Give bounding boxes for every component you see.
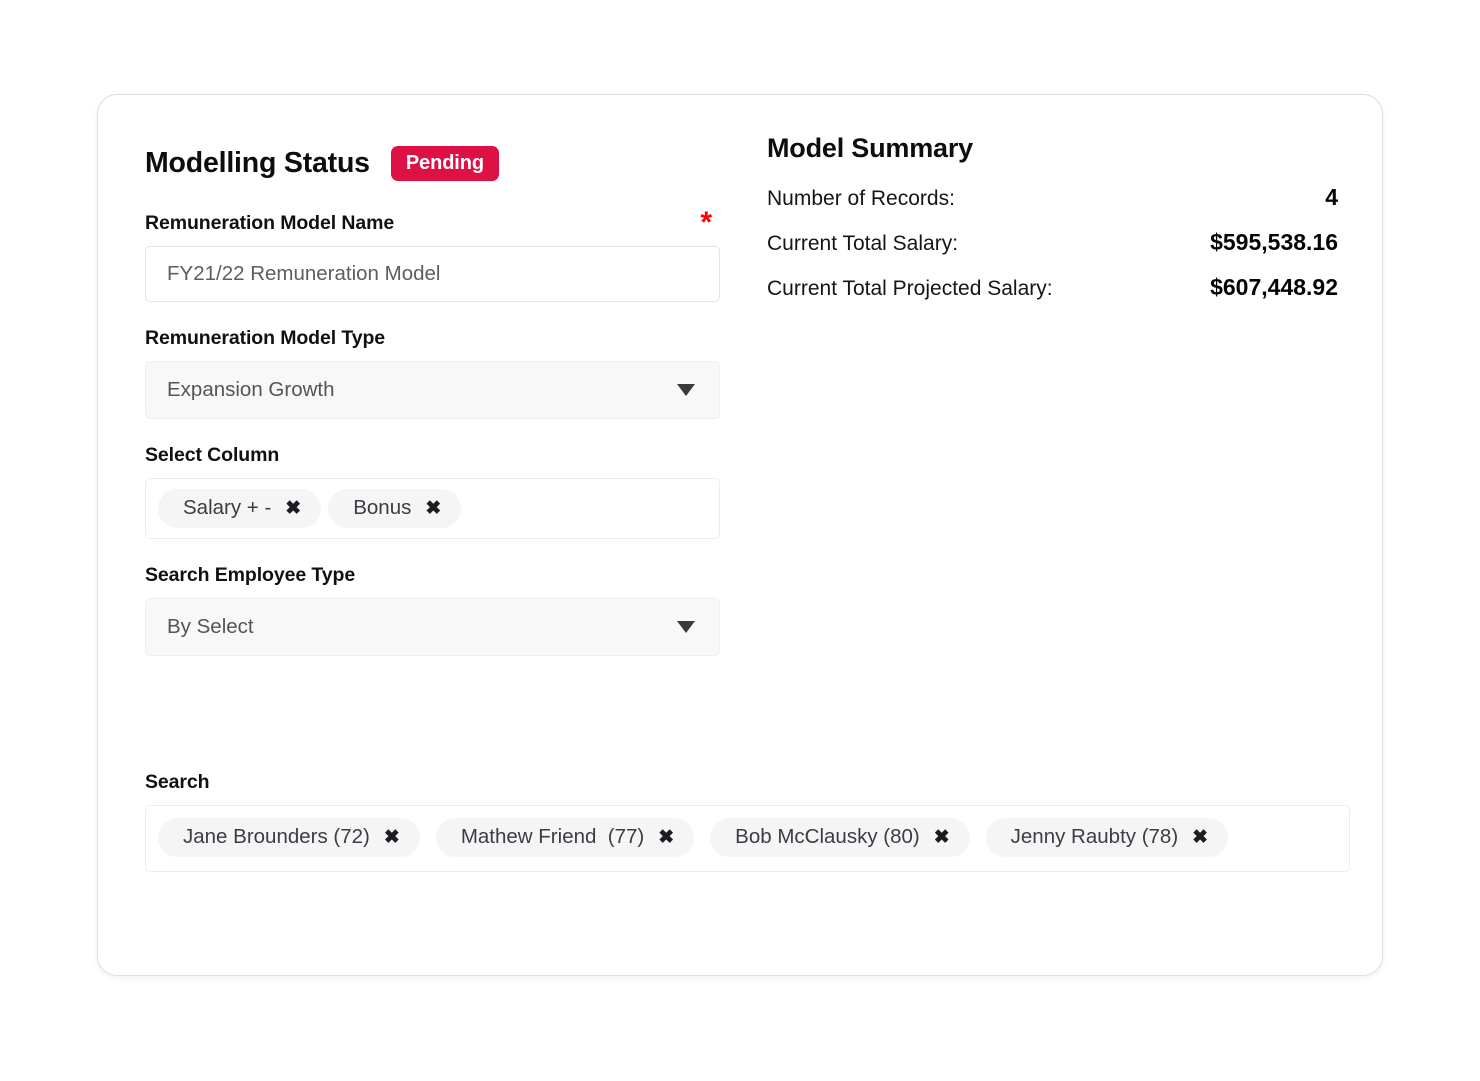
chip-item[interactable]: Jane Brounders (72) ✖ <box>158 818 420 858</box>
close-icon[interactable]: ✖ <box>1192 828 1208 847</box>
status-badge: Pending <box>390 145 499 181</box>
search-block: Search Jane Brounders (72) ✖ Mathew Frie… <box>145 771 1350 873</box>
summary-value: $607,448.92 <box>1210 274 1338 300</box>
employee-type-value: By Select <box>167 615 254 639</box>
modelling-form-column: Modelling Status Pending Remuneration Mo… <box>145 140 720 657</box>
summary-label: Current Total Salary: <box>767 232 959 255</box>
chip-label: Mathew Friend (77) <box>460 825 645 848</box>
summary-row: Number of Records: 4 <box>767 184 1338 211</box>
chip-item[interactable]: Salary + - ✖ <box>158 489 322 529</box>
model-name-label-row: Remuneration Model Name * <box>145 206 720 239</box>
close-icon[interactable]: ✖ <box>934 828 950 847</box>
summary-value: 4 <box>1325 184 1338 210</box>
model-type-label-row: Remuneration Model Type <box>145 327 720 350</box>
chip-label: Jane Brounders (72) <box>183 825 370 848</box>
select-column-chips[interactable]: Salary + - ✖ Bonus ✖ <box>145 478 720 540</box>
summary-row: Current Total Projected Salary: $607,448… <box>767 274 1338 301</box>
status-header: Modelling Status Pending <box>145 140 720 186</box>
model-summary-column: Model Summary Number of Records: 4 Curre… <box>767 133 1338 319</box>
chip-item[interactable]: Bonus ✖ <box>328 489 462 529</box>
chip-item[interactable]: Mathew Friend (77) ✖ <box>435 818 695 858</box>
modelling-status-card: Modelling Status Pending Remuneration Mo… <box>97 94 1383 976</box>
close-icon[interactable]: ✖ <box>425 499 441 518</box>
select-column-label: Select Column <box>145 444 280 466</box>
close-icon[interactable]: ✖ <box>384 828 400 847</box>
summary-value: $595,538.16 <box>1210 229 1338 255</box>
summary-label: Number of Records: <box>767 187 955 210</box>
chevron-down-icon[interactable] <box>677 621 695 634</box>
chip-item[interactable]: Bob McClausky (80) ✖ <box>710 818 970 858</box>
employee-type-label-row: Search Employee Type <box>145 564 720 587</box>
model-type-value: Expansion Growth <box>167 378 335 401</box>
model-name-label: Remuneration Model Name <box>145 212 395 234</box>
chip-label: Salary + - <box>183 496 272 519</box>
chip-item[interactable]: Jenny Raubty (78) ✖ <box>985 818 1229 858</box>
close-icon[interactable]: ✖ <box>658 828 674 847</box>
select-column-label-row: Select Column <box>145 444 720 467</box>
chip-label: Bob McClausky (80) <box>735 825 920 848</box>
employee-type-select[interactable]: By Select <box>145 598 720 657</box>
model-type-label: Remuneration Model Type <box>145 327 386 349</box>
model-type-select[interactable]: Expansion Growth <box>145 361 720 419</box>
search-chips[interactable]: Jane Brounders (72) ✖ Mathew Friend (77)… <box>145 805 1350 873</box>
summary-row: Current Total Salary: $595,538.16 <box>767 229 1338 256</box>
model-summary-title: Model Summary <box>767 133 973 163</box>
search-label: Search <box>145 771 210 793</box>
employee-type-label: Search Employee Type <box>145 564 356 587</box>
model-name-input[interactable] <box>145 246 720 302</box>
required-asterisk-icon: * <box>700 206 712 239</box>
summary-label: Current Total Projected Salary: <box>767 277 1053 300</box>
page-title: Modelling Status <box>145 146 370 179</box>
search-label-row: Search <box>145 771 1350 794</box>
chevron-down-icon[interactable] <box>677 384 695 396</box>
chip-label: Bonus <box>353 496 412 519</box>
close-icon[interactable]: ✖ <box>285 499 301 518</box>
chip-label: Jenny Raubty (78) <box>1010 825 1179 848</box>
